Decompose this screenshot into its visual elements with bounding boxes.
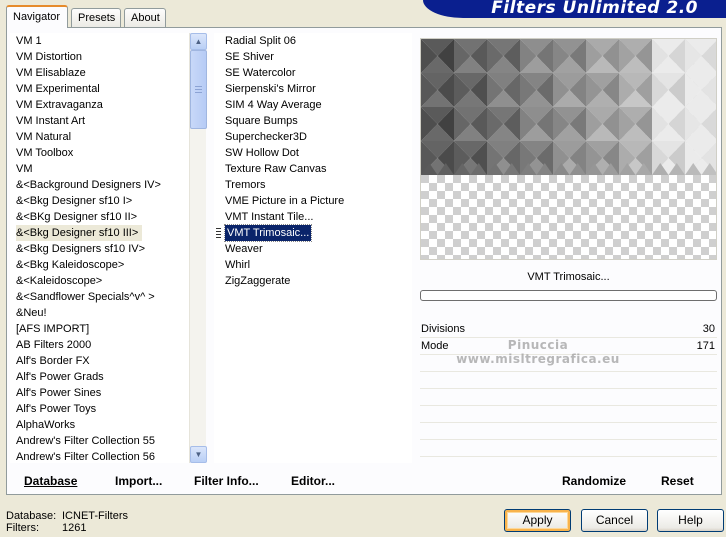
randomize-button[interactable]: Randomize: [562, 474, 626, 488]
import-button[interactable]: Import...: [115, 474, 162, 488]
category-item[interactable]: VM: [16, 163, 33, 175]
category-item[interactable]: [AFS IMPORT]: [16, 323, 89, 335]
filter-item[interactable]: ZigZaggerate: [225, 275, 290, 287]
filter-item[interactable]: SE Watercolor: [225, 67, 296, 79]
selection-marker-icon: [216, 228, 221, 238]
filter-item[interactable]: SIM 4 Way Average: [225, 99, 322, 111]
param-label: Divisions: [421, 323, 466, 335]
param-row-empty: [420, 390, 717, 406]
help-button[interactable]: Help: [657, 509, 724, 532]
category-item[interactable]: Alf's Power Sines: [16, 387, 101, 399]
category-item[interactable]: Alf's Power Grads: [16, 371, 104, 383]
category-scrollbar[interactable]: ▲ ▼: [189, 33, 207, 463]
filter-item[interactable]: Weaver: [225, 243, 263, 255]
category-item[interactable]: &<BKg Designer sf10 II>: [16, 211, 137, 223]
filter-item[interactable]: Tremors: [225, 179, 266, 191]
category-item[interactable]: VM Natural: [16, 131, 71, 143]
editor-button[interactable]: Editor...: [291, 474, 335, 488]
filter-item[interactable]: Sierpenski's Mirror: [225, 83, 316, 95]
param-row-empty: [420, 441, 717, 457]
category-item[interactable]: &<Kaleidoscope>: [16, 275, 102, 287]
category-item[interactable]: &<Bkg Kaleidoscope>: [16, 259, 124, 271]
preview-image: [420, 38, 717, 260]
category-item[interactable]: VM Extravaganza: [16, 99, 103, 111]
filter-item[interactable]: SE Shiver: [225, 51, 274, 63]
watermark: Pinuccia www.misltregrafica.eu: [456, 338, 620, 366]
category-item[interactable]: VM Distortion: [16, 51, 82, 63]
reset-button[interactable]: Reset: [661, 474, 694, 488]
param-value[interactable]: 171: [697, 340, 715, 352]
category-item[interactable]: &<Bkg Designer sf10 III>: [16, 225, 143, 241]
database-button[interactable]: Database: [24, 474, 77, 488]
filter-item[interactable]: VME Picture in a Picture: [225, 195, 344, 207]
tab-navigator[interactable]: Navigator: [6, 5, 68, 28]
tab-presets[interactable]: Presets: [71, 8, 121, 27]
scroll-thumb[interactable]: [190, 50, 207, 129]
database-label: Database:: [6, 510, 57, 522]
filter-item[interactable]: Texture Raw Canvas: [225, 163, 327, 175]
category-item[interactable]: AB Filters 2000: [16, 339, 91, 351]
scroll-down-icon[interactable]: ▼: [190, 446, 207, 463]
trimosaic-preview: [421, 39, 716, 175]
category-item[interactable]: VM Toolbox: [16, 147, 73, 159]
filter-item[interactable]: VMT Instant Tile...: [225, 211, 313, 223]
category-list[interactable]: VM 1 VM Distortion VM Elisablaze VM Experim…: [10, 33, 189, 463]
progress-bar: [420, 290, 717, 301]
category-item[interactable]: Andrew's Filter Collection 56: [16, 451, 155, 463]
filter-item[interactable]: SW Hollow Dot: [225, 147, 299, 159]
apply-button[interactable]: Apply: [504, 509, 571, 532]
category-item[interactable]: &<Bkg Designer sf10 I>: [16, 195, 132, 207]
filter-list[interactable]: Radial Split 06 SE Shiver SE Watercolor Sie…: [214, 33, 412, 463]
cancel-button[interactable]: Cancel: [581, 509, 648, 532]
filter-info-button[interactable]: Filter Info...: [194, 474, 259, 488]
filter-item[interactable]: Whirl: [225, 259, 250, 271]
category-item[interactable]: AlphaWorks: [16, 419, 75, 431]
category-item[interactable]: Andrew's Filter Collection 55: [16, 435, 155, 447]
scroll-up-icon[interactable]: ▲: [190, 33, 207, 50]
filter-item[interactable]: VMT Trimosaic...: [223, 224, 313, 242]
category-item[interactable]: VM Instant Art: [16, 115, 85, 127]
filters-value: 1261: [62, 522, 87, 534]
filter-item[interactable]: Superchecker3D: [225, 131, 307, 143]
filters-label: Filters:: [6, 522, 39, 534]
param-row-empty: [420, 407, 717, 423]
category-item[interactable]: VM 1: [16, 35, 42, 47]
filter-name-label: VMT Trimosaic...: [527, 271, 610, 283]
param-row-divisions[interactable]: Divisions 30: [420, 322, 717, 338]
filter-item[interactable]: Square Bumps: [225, 115, 298, 127]
app-title: Filters Unlimited 2.0: [423, 0, 726, 18]
category-item[interactable]: Alf's Border FX: [16, 355, 90, 367]
param-row-empty: [420, 373, 717, 389]
category-item[interactable]: Alf's Power Toys: [16, 403, 96, 415]
param-row-empty: [420, 424, 717, 440]
category-item[interactable]: &<Background Designers IV>: [16, 179, 161, 191]
category-item[interactable]: &<Sandflower Specials^v^ >: [16, 291, 155, 303]
tab-about[interactable]: About: [124, 8, 166, 27]
category-item[interactable]: VM Experimental: [16, 83, 100, 95]
category-item[interactable]: &Neu!: [16, 307, 47, 319]
database-value: ICNET-Filters: [62, 510, 128, 522]
param-value[interactable]: 30: [703, 323, 715, 335]
category-item[interactable]: VM Elisablaze: [16, 67, 86, 79]
category-item[interactable]: &<Bkg Designers sf10 IV>: [16, 243, 145, 255]
filter-item[interactable]: Radial Split 06: [225, 35, 296, 47]
